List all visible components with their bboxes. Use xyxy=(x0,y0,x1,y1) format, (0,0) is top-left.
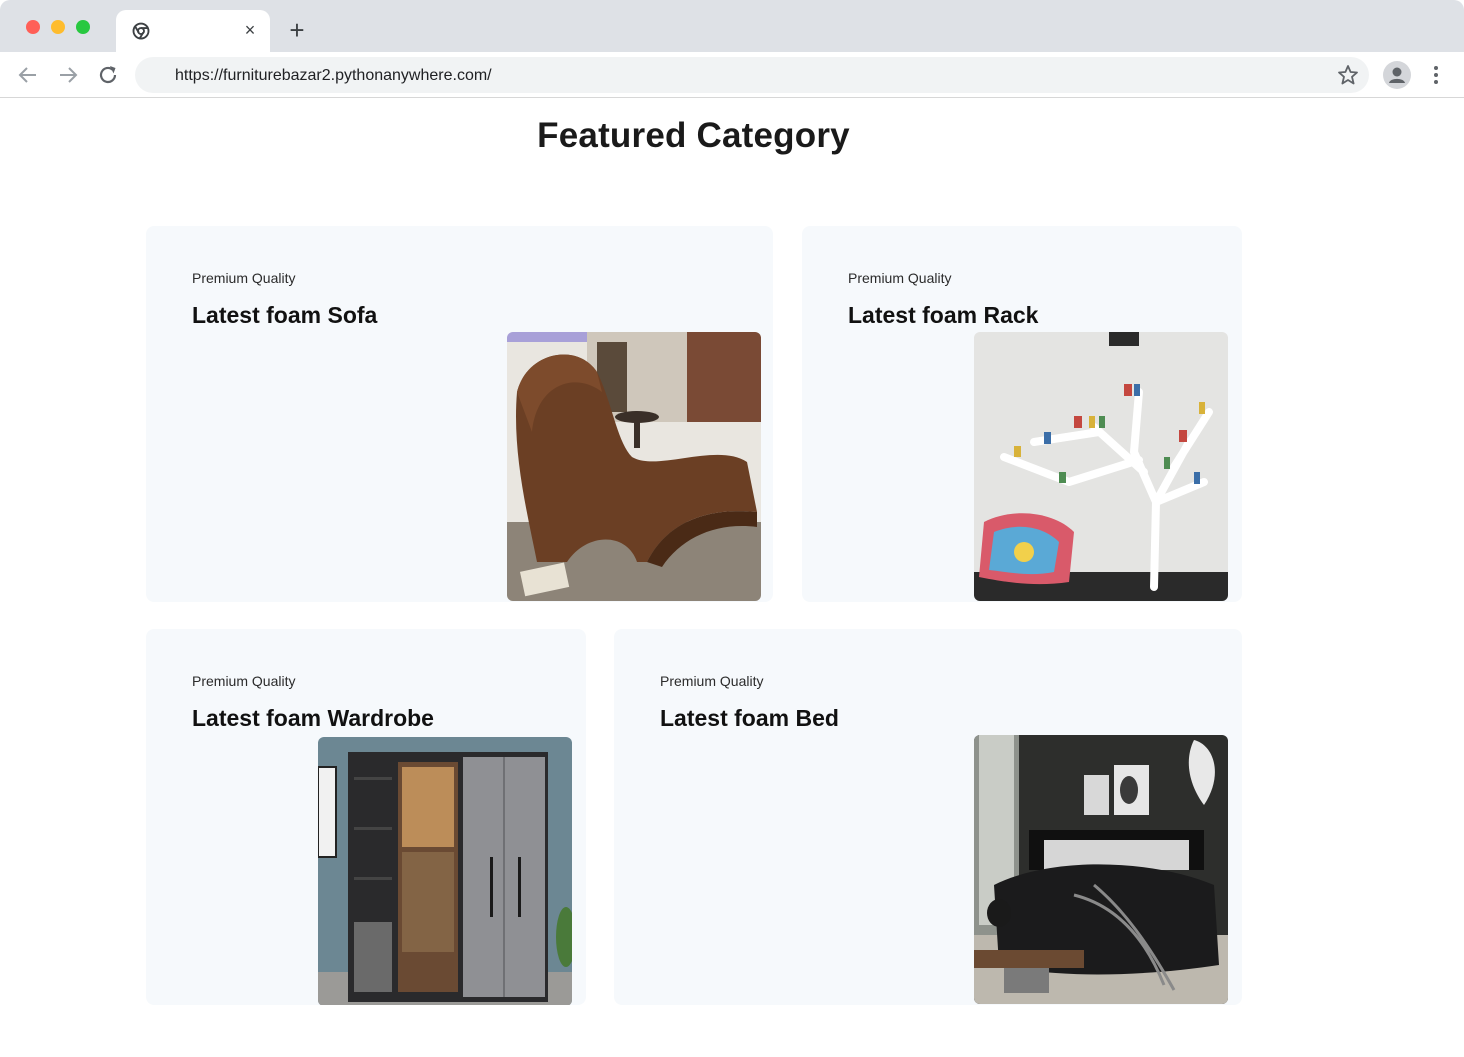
minimize-window-button[interactable] xyxy=(51,20,65,34)
close-window-button[interactable] xyxy=(26,20,40,34)
category-kicker: Premium Quality xyxy=(660,673,764,689)
category-name[interactable]: Latest foam Sofa xyxy=(192,302,377,329)
star-icon[interactable] xyxy=(1336,63,1360,87)
new-tab-button[interactable]: + xyxy=(285,17,309,43)
category-card-sofa[interactable]: Premium Quality Latest foam Sofa xyxy=(146,226,773,602)
arrow-right-icon[interactable] xyxy=(56,63,80,87)
chrome-icon xyxy=(132,22,150,40)
category-kicker: Premium Quality xyxy=(192,673,296,689)
maximize-window-button[interactable] xyxy=(76,20,90,34)
profile-icon[interactable] xyxy=(1383,61,1411,89)
wardrobe-image[interactable] xyxy=(318,737,572,1005)
category-card-rack[interactable]: Premium Quality Latest foam Rack xyxy=(802,226,1242,602)
category-name[interactable]: Latest foam Wardrobe xyxy=(192,705,434,732)
reload-icon[interactable] xyxy=(96,63,120,87)
category-kicker: Premium Quality xyxy=(192,270,296,286)
bedroom-image[interactable] xyxy=(974,735,1228,1004)
url-text: https://furniturebazar2.pythonanywhere.c… xyxy=(175,67,492,84)
category-card-wardrobe[interactable]: Premium Quality Latest foam Wardrobe xyxy=(146,629,586,1005)
address-bar[interactable]: https://furniturebazar2.pythonanywhere.c… xyxy=(135,57,1369,93)
kebab-menu-icon[interactable] xyxy=(1424,63,1448,87)
tab-close-icon[interactable]: × xyxy=(240,20,260,40)
category-name[interactable]: Latest foam Rack xyxy=(848,302,1038,329)
sofa-image[interactable] xyxy=(507,332,761,601)
category-card-bed[interactable]: Premium Quality Latest foam Bed xyxy=(614,629,1242,1005)
arrow-left-icon[interactable] xyxy=(16,63,40,87)
browser-tab[interactable]: × xyxy=(116,10,270,52)
category-name[interactable]: Latest foam Bed xyxy=(660,705,839,732)
category-kicker: Premium Quality xyxy=(848,270,952,286)
browser-titlebar: × + xyxy=(0,0,1464,52)
browser-toolbar: https://furniturebazar2.pythonanywhere.c… xyxy=(0,52,1464,98)
tree-bookshelf-image[interactable] xyxy=(974,332,1228,601)
page-title: Featured Category xyxy=(537,116,850,155)
